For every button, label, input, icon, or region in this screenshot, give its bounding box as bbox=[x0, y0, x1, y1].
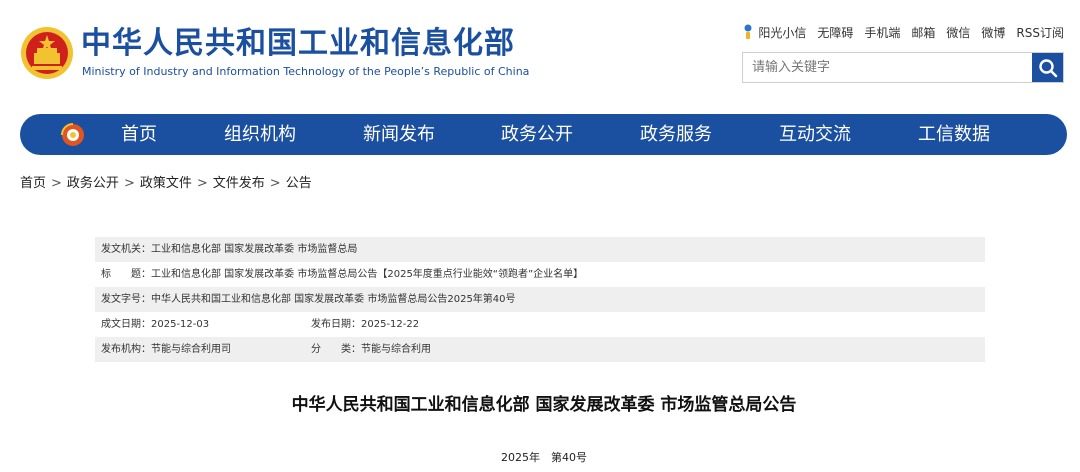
top-link-sunshine[interactable]: 阳光小信 bbox=[742, 24, 806, 41]
search-icon bbox=[1038, 58, 1057, 77]
meta-doc-number: 发文字号：中华人民共和国工业和信息化部 国家发展改革委 市场监督总局公告2025… bbox=[101, 294, 516, 305]
announcement-title: 中华人民共和国工业和信息化部 国家发展改革委 市场监管总局公告 bbox=[291, 395, 797, 415]
meta-row-dates: 成文日期：2025-12-03 发布日期：2025-12-22 bbox=[95, 312, 985, 337]
meta-category: 分 类：节能与综合利用 bbox=[311, 344, 431, 355]
top-link-accessibility[interactable]: 无障碍 bbox=[817, 24, 853, 41]
meta-title: 标 题：工业和信息化部 国家发展改革委 市场监督总局公告【2025年度重点行业能… bbox=[101, 269, 584, 280]
breadcrumb-home[interactable]: 首页 bbox=[20, 176, 46, 191]
top-link-mail[interactable]: 邮箱 bbox=[911, 24, 935, 41]
nav-item-data[interactable]: 工信数据 bbox=[918, 114, 990, 155]
ministry-logo-icon bbox=[60, 122, 86, 148]
mascot-icon bbox=[744, 24, 752, 39]
nav-item-home[interactable]: 首页 bbox=[121, 114, 157, 155]
breadcrumb-government-affairs[interactable]: 政务公开 bbox=[67, 176, 119, 191]
search-box bbox=[742, 52, 1064, 83]
top-link-label: 阳光小信 bbox=[758, 25, 807, 40]
meta-row-title: 标 题：工业和信息化部 国家发展改革委 市场监督总局公告【2025年度重点行业能… bbox=[95, 262, 985, 287]
search-button[interactable] bbox=[1032, 53, 1063, 82]
breadcrumb-announcement[interactable]: 公告 bbox=[286, 176, 312, 191]
nav-item-news[interactable]: 新闻发布 bbox=[363, 114, 435, 155]
site-subtitle: Ministry of Industry and Information Tec… bbox=[82, 65, 530, 78]
search-input[interactable] bbox=[743, 53, 1029, 82]
meta-agency: 发布机构：节能与综合利用司 bbox=[101, 344, 231, 355]
announcement-number: 2025年 第40号 bbox=[501, 451, 587, 464]
meta-row-agency: 发布机构：节能与综合利用司 分 类：节能与综合利用 bbox=[95, 337, 985, 362]
top-link-rss[interactable]: RSS订阅 bbox=[1016, 24, 1064, 41]
meta-issuer: 发文机关：工业和信息化部 国家发展改革委 市场监督总局 bbox=[101, 244, 358, 255]
meta-created-date: 成文日期：2025-12-03 bbox=[101, 319, 210, 330]
nav-item-services[interactable]: 政务服务 bbox=[640, 114, 712, 155]
top-link-wechat[interactable]: 微信 bbox=[946, 24, 970, 41]
nav-item-government-affairs[interactable]: 政务公开 bbox=[501, 114, 573, 155]
top-link-weibo[interactable]: 微博 bbox=[981, 24, 1005, 41]
nav-item-organization[interactable]: 组织机构 bbox=[224, 114, 296, 155]
top-link-mobile[interactable]: 手机端 bbox=[864, 24, 900, 41]
meta-published-date: 发布日期：2025-12-22 bbox=[311, 319, 420, 330]
breadcrumb-policy-files[interactable]: 政策文件 bbox=[140, 176, 192, 191]
document-meta-table: 发文机关：工业和信息化部 国家发展改革委 市场监督总局 标 题：工业和信息化部 … bbox=[95, 237, 985, 362]
breadcrumb: 首页 > 政务公开 > 政策文件 > 文件发布 > 公告 bbox=[20, 176, 312, 191]
meta-row-issuer: 发文机关：工业和信息化部 国家发展改革委 市场监督总局 bbox=[95, 237, 985, 262]
breadcrumb-file-release[interactable]: 文件发布 bbox=[213, 176, 265, 191]
site-title: 中华人民共和国工业和信息化部 bbox=[81, 26, 515, 61]
main-nav: 首页 组织机构 新闻发布 政务公开 政务服务 互动交流 工信数据 bbox=[20, 114, 1067, 155]
top-links: 阳光小信 无障碍 手机端 邮箱 微信 微博 RSS订阅 bbox=[742, 22, 1064, 42]
meta-row-doc-number: 发文字号：中华人民共和国工业和信息化部 国家发展改革委 市场监督总局公告2025… bbox=[95, 287, 985, 312]
nav-item-interaction[interactable]: 互动交流 bbox=[779, 114, 851, 155]
national-emblem-icon bbox=[20, 26, 74, 80]
